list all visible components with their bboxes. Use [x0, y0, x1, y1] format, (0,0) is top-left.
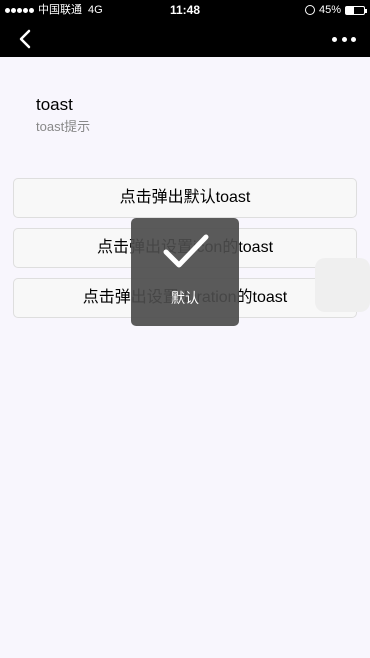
- page-header: toast toast提示: [36, 94, 90, 136]
- orientation-lock-icon: [304, 5, 315, 15]
- status-right: 45%: [304, 0, 367, 20]
- battery-icon: [345, 5, 367, 15]
- battery-fill: [346, 6, 355, 14]
- page-title: toast: [36, 95, 73, 114]
- default-toast-button[interactable]: 点击弹出默认toast: [13, 178, 357, 218]
- status-bar: 中国联通 4G 11:48 45%: [0, 0, 370, 20]
- floating-handle[interactable]: [315, 258, 370, 312]
- page-subtitle: toast提示: [36, 119, 91, 134]
- battery-percent: 45%: [318, 4, 341, 16]
- more-dots-icon[interactable]: [332, 28, 356, 50]
- toast-popup: 默认: [131, 218, 239, 326]
- navigation-bar: [0, 20, 370, 57]
- toast-text: 默认: [171, 290, 199, 306]
- checkmark-icon: [163, 234, 209, 268]
- chevron-left-icon[interactable]: [14, 28, 38, 50]
